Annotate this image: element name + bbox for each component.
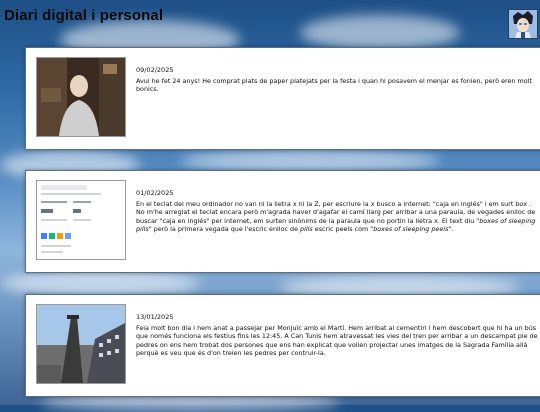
avatar-image bbox=[509, 10, 537, 38]
post-text-italic: "boxes of sleeping peels". bbox=[370, 225, 454, 234]
cloud bbox=[300, 15, 460, 50]
post-photo[interactable] bbox=[36, 57, 126, 137]
post-date: 13/01/2025 bbox=[136, 313, 174, 321]
post-text-segment: escric peels com bbox=[312, 225, 371, 234]
cloud bbox=[180, 150, 440, 172]
post-text-italic: pills bbox=[300, 225, 313, 234]
post-photo[interactable] bbox=[36, 304, 126, 384]
post-screenshot[interactable] bbox=[36, 180, 126, 260]
post-text: Feia molt bon dia i hem anat a passejar … bbox=[136, 324, 540, 358]
post-card: 09/02/2025 Avui he fet 24 anys! He compr… bbox=[25, 47, 540, 150]
cloud bbox=[0, 270, 200, 296]
post-text-segment: Feia molt bon dia i hem anat a passejar … bbox=[136, 324, 538, 358]
post-date: 09/02/2025 bbox=[136, 66, 174, 74]
site-title: Diari digital i personal bbox=[4, 7, 164, 24]
post-text: En el teclat del meu ordinador no van ni… bbox=[136, 200, 540, 234]
post-card: 01/02/2025 En el teclat del meu ordinado… bbox=[25, 170, 540, 273]
post-date: 01/02/2025 bbox=[136, 189, 174, 197]
post-text-segment: però la primera vegada que l'escric enll… bbox=[151, 225, 301, 234]
post-text-segment: En el teclat del meu ordinador no van ni… bbox=[136, 200, 516, 208]
street-photo bbox=[37, 305, 125, 383]
portrait-photo bbox=[37, 58, 125, 136]
avatar[interactable] bbox=[508, 9, 538, 39]
post-text: Avui he fet 24 anys! He comprat plats de… bbox=[136, 77, 540, 94]
post-text-italic: box bbox=[515, 200, 528, 208]
search-screenshot bbox=[37, 181, 125, 259]
post-card: 13/01/2025 Feia molt bon dia i hem anat … bbox=[25, 294, 540, 397]
post-text-segment: Avui he fet 24 anys! He comprat plats de… bbox=[136, 77, 532, 94]
